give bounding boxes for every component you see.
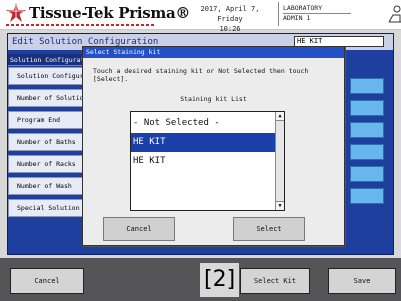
setting-value-button[interactable] <box>350 122 384 138</box>
settings-item[interactable]: Special Solution <box>8 199 92 217</box>
kit-option-not-selected[interactable]: - Not Selected - <box>131 114 276 133</box>
setting-value-button[interactable] <box>350 144 384 160</box>
kit-option-he-kit[interactable]: HE KIT <box>131 152 276 171</box>
dialog-instruction: Touch a desired staining kit or Not Sele… <box>93 67 309 83</box>
setting-value-button[interactable] <box>350 100 384 116</box>
dialog-cancel-button[interactable]: Cancel <box>103 217 175 241</box>
logo-underline <box>6 24 156 26</box>
dialog-title: Select Staining kit <box>83 47 344 58</box>
settings-item[interactable]: Number of Wash <box>8 177 92 195</box>
settings-item[interactable]: Number of Solutions <box>8 89 92 107</box>
app-header: Tissue-Tek Prisma® 2017, April 7, Friday… <box>0 0 401 33</box>
user-icon[interactable] <box>388 4 401 24</box>
kit-option-he-kit-selected[interactable]: HE KIT <box>131 133 276 152</box>
settings-item[interactable]: Number of Baths <box>8 133 92 151</box>
select-kit-button[interactable]: Select Kit <box>240 268 310 294</box>
user-label: ADMIN 1 <box>283 14 311 22</box>
star-logo-icon <box>6 3 26 22</box>
logo-text: Tissue-Tek Prisma® <box>29 4 191 22</box>
header-divider <box>278 2 279 26</box>
scroll-down-icon[interactable]: ▼ <box>276 201 284 210</box>
footer-cancel-button[interactable]: Cancel <box>10 268 84 294</box>
date-label: 2017, April 7, Friday <box>200 5 260 23</box>
scroll-up-icon[interactable]: ▲ <box>276 112 284 121</box>
list-scrollbar[interactable]: ▲ ▼ <box>275 112 284 210</box>
save-button[interactable]: Save <box>328 268 396 294</box>
setting-value-button[interactable] <box>350 188 384 204</box>
settings-item[interactable]: Number of Racks <box>8 155 92 173</box>
date-time: 2017, April 7, Friday 10:26 <box>190 4 270 34</box>
staining-kit-list: - Not Selected - HE KIT HE KIT ▲ ▼ <box>130 111 285 211</box>
setting-value-button[interactable] <box>350 166 384 182</box>
app-logo: Tissue-Tek Prisma® <box>6 3 191 22</box>
dialog-select-button[interactable]: Select <box>233 217 305 241</box>
settings-item[interactable]: Program End <box>8 111 92 129</box>
settings-list: Solution Configuration Solution Configur… <box>8 54 92 254</box>
list-caption: Staining kit List <box>180 95 247 103</box>
location-divider <box>283 13 351 14</box>
location-label: LABORATORY <box>283 4 323 12</box>
setting-value-button[interactable] <box>350 78 384 94</box>
select-staining-kit-dialog: Select Staining kit Touch a desired stai… <box>82 46 345 246</box>
callout-label: [2] <box>200 263 240 297</box>
settings-item[interactable]: Solution Configuration <box>8 67 92 85</box>
settings-list-header: Solution Configuration <box>8 54 92 66</box>
